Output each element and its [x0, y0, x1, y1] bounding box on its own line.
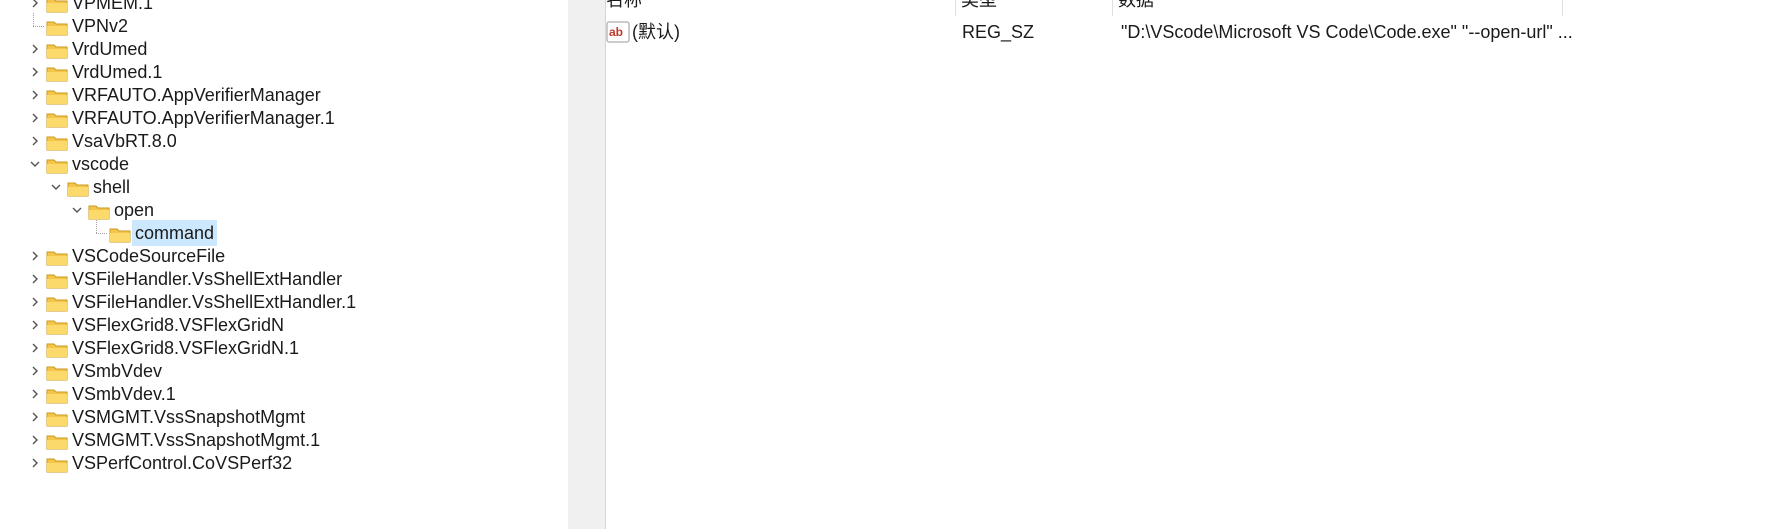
tree-connector [96, 233, 107, 234]
tree-item-label: VSPerfControl.CoVSPerf32 [72, 453, 293, 473]
tree-scrollbar[interactable] [568, 0, 605, 529]
column-separator[interactable] [955, 0, 956, 16]
column-header-name[interactable]: 名称 [606, 0, 642, 14]
folder-icon [46, 86, 68, 105]
folder-icon [46, 132, 68, 151]
folder-icon [46, 270, 68, 289]
folder-icon [46, 316, 68, 335]
folder-icon [46, 155, 68, 174]
folder-icon [46, 454, 68, 473]
folder-icon [46, 385, 68, 404]
folder-icon [109, 224, 131, 243]
svg-text:ab: ab [609, 25, 623, 39]
folder-icon [46, 0, 68, 13]
column-separator[interactable] [1112, 0, 1113, 16]
tree-connector [96, 220, 97, 233]
column-header-type[interactable]: 类型 [961, 0, 997, 14]
registry-key-tree[interactable]: VPMEM.1 VPNv2 VrdUmed VrdUmed.1 VRFAUTO.… [0, 0, 568, 529]
folder-icon [46, 339, 68, 358]
tree-connector [33, 26, 44, 27]
column-header-data[interactable]: 数据 [1118, 0, 1154, 14]
folder-icon [46, 408, 68, 427]
values-list: 名称 类型 数据 ab (默认) REG_SZ "D:\VScode\Micro… [606, 0, 1765, 529]
value-data: "D:\VScode\Microsoft VS Code\Code.exe" "… [1121, 22, 1573, 42]
tree-connector [33, 13, 34, 26]
string-value-icon: ab [606, 21, 630, 43]
folder-icon [46, 109, 68, 128]
value-name: (默认) [632, 22, 680, 42]
chevron-right-icon[interactable] [28, 450, 42, 476]
column-separator[interactable] [1562, 0, 1563, 16]
folder-icon [46, 63, 68, 82]
value-type: REG_SZ [962, 22, 1035, 42]
folder-icon [88, 201, 110, 220]
value-row-default[interactable]: ab (默认) REG_SZ "D:\VScode\Microsoft VS C… [606, 18, 1606, 46]
folder-icon [46, 293, 68, 312]
folder-icon [46, 362, 68, 381]
folder-icon [46, 247, 68, 266]
folder-icon [46, 40, 68, 59]
folder-icon [67, 178, 89, 197]
folder-icon [46, 431, 68, 450]
folder-icon [46, 17, 68, 36]
tree-item-vsperfcontrol-covsperf32[interactable]: VSPerfControl.CoVSPerf32 [0, 450, 568, 476]
